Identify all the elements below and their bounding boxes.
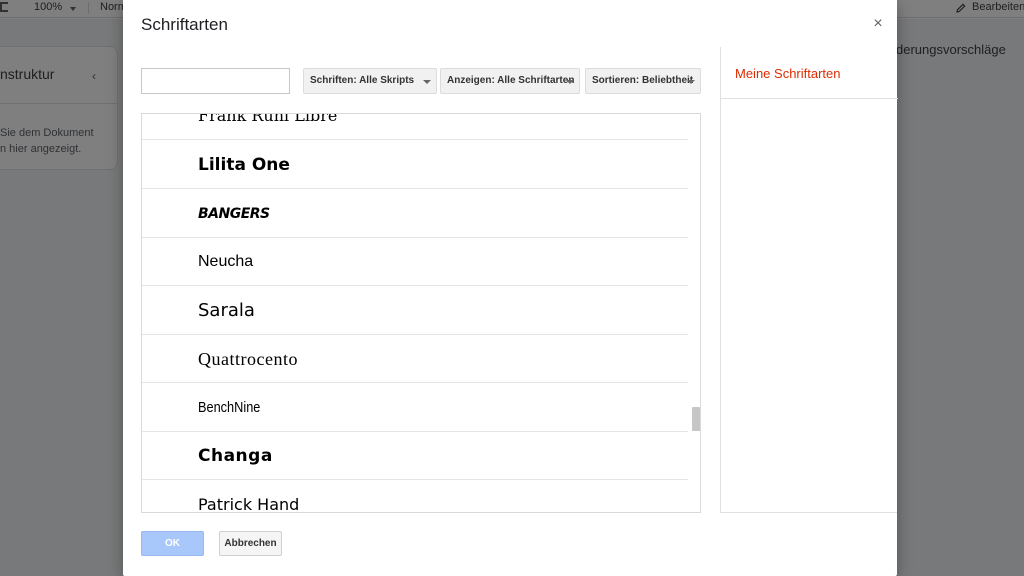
- font-name: BenchNine: [198, 399, 261, 416]
- sort-dropdown[interactable]: Sortieren: Beliebtheit: [585, 68, 701, 94]
- dialog-title: Schriftarten: [141, 15, 228, 34]
- font-search-input[interactable]: [141, 68, 290, 94]
- ok-button[interactable]: OK: [141, 531, 204, 556]
- font-list-item[interactable]: BenchNine: [142, 384, 688, 432]
- font-name: Lilita One: [198, 155, 290, 175]
- font-name: Quattrocento: [198, 349, 298, 369]
- dropdown-arrow-icon: [566, 80, 574, 84]
- my-fonts-title: Meine Schriftarten: [735, 66, 841, 81]
- font-list-item[interactable]: Frank Ruhl Libre: [142, 113, 688, 140]
- font-list-item[interactable]: Changa: [142, 432, 688, 480]
- font-list-item[interactable]: Quattrocento: [142, 335, 688, 383]
- show-filter-dropdown[interactable]: Anzeigen: Alle Schriftarten: [440, 68, 580, 94]
- font-name: Sarala: [198, 300, 255, 321]
- cancel-button[interactable]: Abbrechen: [219, 531, 282, 556]
- font-name: Frank Ruhl Libre: [198, 113, 338, 125]
- my-fonts-panel: Meine Schriftarten: [720, 47, 898, 513]
- fonts-dialog: Schriftarten × Schriften: Alle Skripts A…: [123, 0, 898, 576]
- font-name: BANGERS: [198, 206, 270, 222]
- font-list-scrollbar[interactable]: [690, 114, 700, 512]
- dropdown-arrow-icon: [687, 80, 695, 84]
- show-filter-label: Anzeigen: Alle Schriftarten: [447, 75, 575, 86]
- close-button[interactable]: ×: [869, 14, 887, 34]
- my-fonts-divider: [721, 98, 898, 99]
- font-list-item[interactable]: Patrick Hand: [142, 481, 688, 513]
- font-name: Changa: [198, 446, 273, 466]
- scripts-filter-dropdown[interactable]: Schriften: Alle Skripts: [303, 68, 437, 94]
- font-list-item[interactable]: Lilita One: [142, 141, 688, 189]
- font-list-item[interactable]: Neucha: [142, 238, 688, 286]
- sort-label: Sortieren: Beliebtheit: [592, 75, 694, 86]
- font-list[interactable]: Frank Ruhl Libre Lilita One BANGERS Neuc…: [141, 113, 701, 513]
- font-list-item[interactable]: BANGERS: [142, 190, 688, 238]
- dropdown-arrow-icon: [423, 80, 431, 84]
- font-name: Neucha: [198, 253, 254, 270]
- scripts-filter-label: Schriften: Alle Skripts: [310, 75, 415, 86]
- font-list-item[interactable]: Sarala: [142, 287, 688, 335]
- font-name: Patrick Hand: [198, 495, 300, 513]
- scrollbar-thumb[interactable]: [692, 407, 700, 431]
